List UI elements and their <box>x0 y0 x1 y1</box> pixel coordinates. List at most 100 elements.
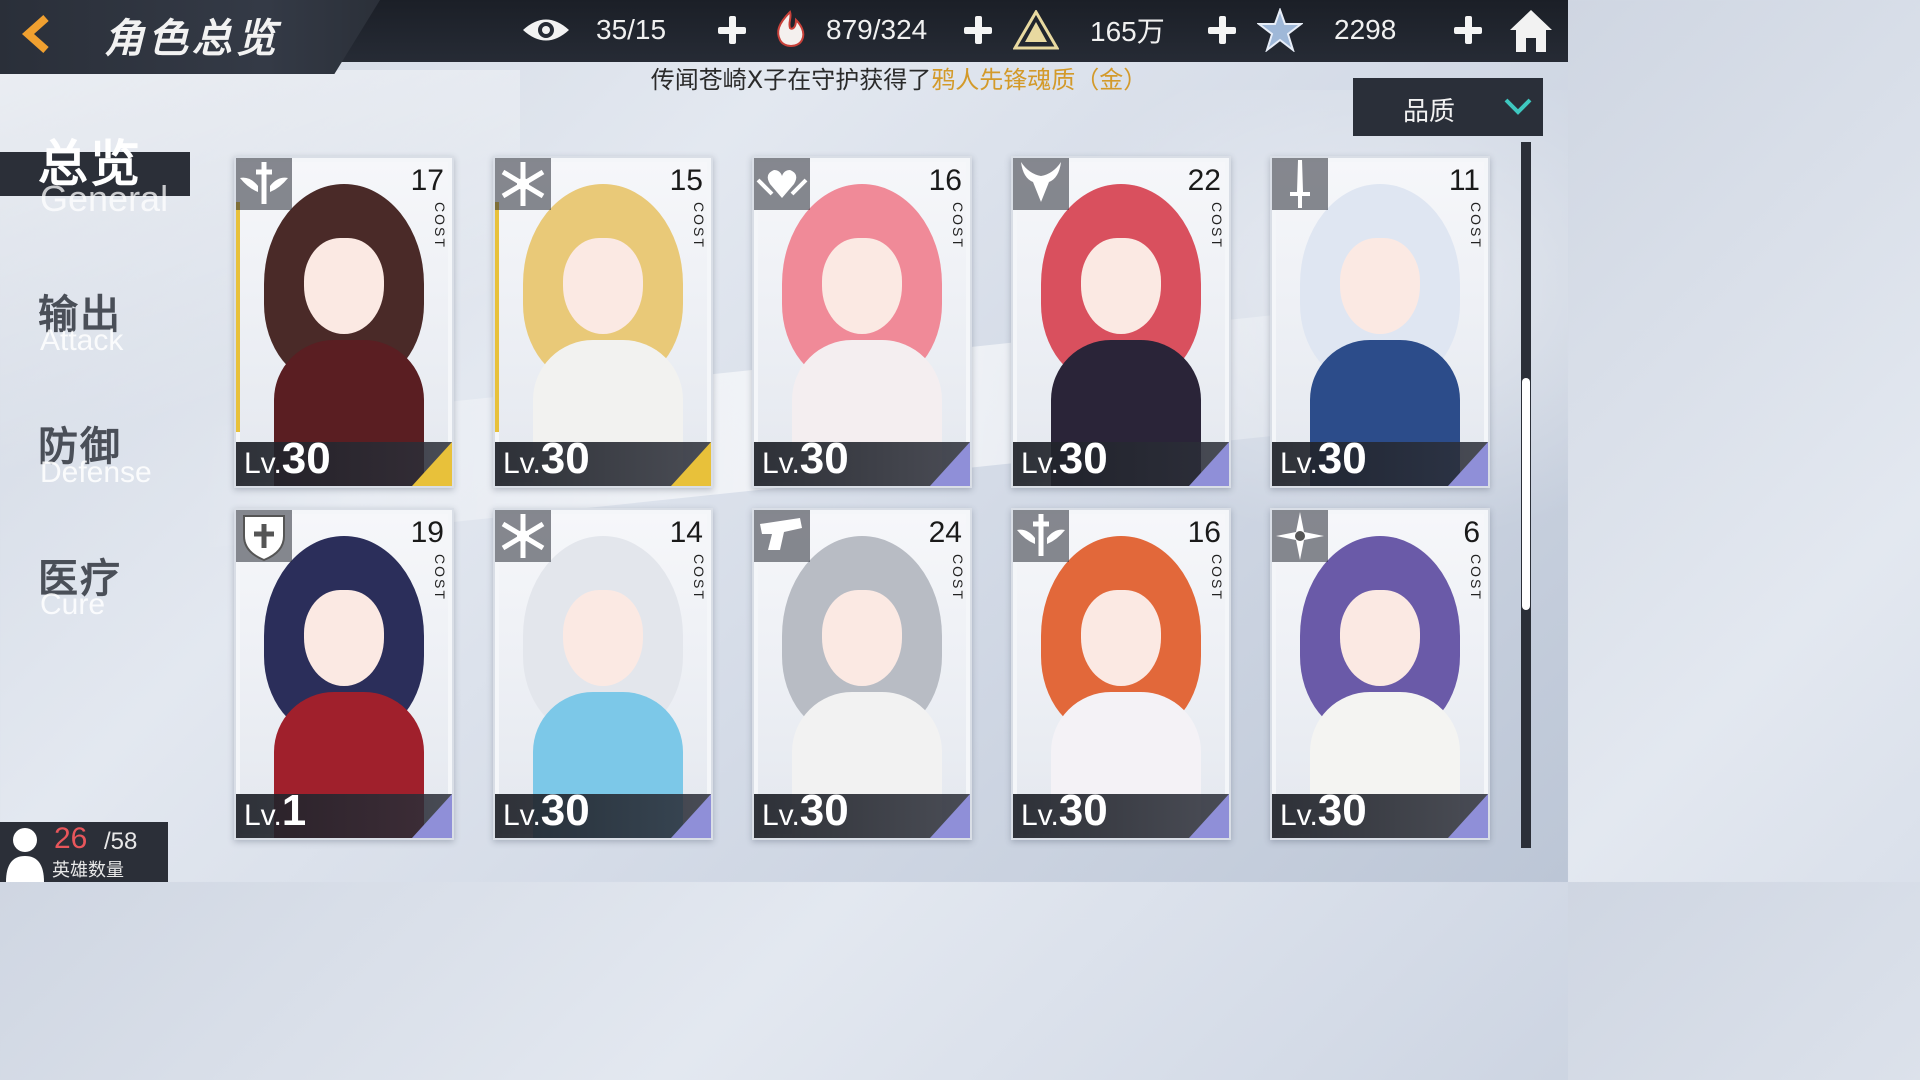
shuriken-icon <box>1272 510 1328 562</box>
tab-attack[interactable]: 输出 Attack <box>0 282 200 372</box>
sort-dropdown[interactable]: 品质 <box>1353 78 1543 136</box>
winged-sword-icon <box>1013 510 1069 562</box>
level-prefix: Lv. <box>503 799 541 832</box>
tab-general[interactable]: 总览 General <box>0 124 200 224</box>
level-prefix: Lv. <box>1021 799 1059 832</box>
cost-label: COST <box>1468 202 1484 249</box>
horned-demon-icon <box>1013 158 1069 210</box>
level-value: 30 <box>1317 434 1367 483</box>
shield-cross-icon <box>236 510 292 562</box>
resource-value: 879/324 <box>826 14 928 45</box>
hero-card[interactable]: 6 COST Lv.30 <box>1270 508 1490 840</box>
snowflake-icon <box>495 510 551 562</box>
cost-value: 14 <box>669 516 703 549</box>
level-prefix: Lv. <box>762 447 800 480</box>
cost-value: 17 <box>410 164 444 197</box>
cost-value: 22 <box>1187 164 1221 197</box>
home-icon <box>1510 10 1552 52</box>
hero-card[interactable]: 14 COST Lv.30 <box>493 508 713 840</box>
level-prefix: Lv. <box>762 799 800 832</box>
add-crystal-button[interactable] <box>1450 12 1486 48</box>
level-value: 30 <box>1317 786 1367 835</box>
back-button[interactable] <box>8 6 68 62</box>
cost-label: COST <box>691 202 707 249</box>
cost-value: 19 <box>410 516 444 549</box>
hero-count-panel: 26 /58 英雄数量 <box>0 822 168 882</box>
portrait-face <box>1340 590 1420 686</box>
hero-card[interactable]: 11 COST Lv.30 <box>1270 156 1490 488</box>
level-value: 30 <box>540 434 590 483</box>
ticker-text: 传闻苍崎X子在守护获得了 <box>650 66 932 94</box>
resource-gold: 165万 <box>1010 8 1200 52</box>
level-text: Lv.30 <box>1021 786 1108 836</box>
level-value: 30 <box>799 434 849 483</box>
cost-label: COST <box>1209 554 1225 601</box>
level-value: 30 <box>1058 434 1108 483</box>
hero-card[interactable]: 22 COST Lv.30 <box>1011 156 1231 488</box>
level-value: 30 <box>799 786 849 835</box>
hero-card[interactable]: 15 COST Lv.30 <box>493 156 713 488</box>
portrait-face <box>563 590 643 686</box>
resource-crystal: 2298 <box>1254 8 1444 52</box>
tier-corner <box>1448 794 1488 838</box>
level-prefix: Lv. <box>244 447 282 480</box>
hero-card[interactable]: 19 COST Lv.1 <box>234 508 454 840</box>
tier-corner <box>930 442 970 486</box>
cost-label: COST <box>950 554 966 601</box>
tab-defense[interactable]: 防御 Defense <box>0 414 200 504</box>
hero-count-max: /58 <box>104 828 138 855</box>
tab-cure[interactable]: 医疗 Cure <box>0 546 200 636</box>
resource-value: 35/15 <box>596 14 667 45</box>
pyramid-gold-icon <box>1010 8 1062 52</box>
tab-sublabel: Defense <box>40 456 152 489</box>
home-button[interactable] <box>1506 6 1556 56</box>
resource-stamina: 879/324 <box>764 8 936 52</box>
winged-heart-icon <box>754 158 810 210</box>
resource-eye: 35/15 <box>520 8 706 52</box>
dagger-icon <box>1272 158 1328 210</box>
cost-label: COST <box>432 554 448 601</box>
tab-label: 总览 <box>38 135 142 193</box>
hero-card[interactable]: 24 COST Lv.30 <box>752 508 972 840</box>
level-text: Lv.30 <box>244 434 331 484</box>
level-text: Lv.30 <box>1021 434 1108 484</box>
page-title: 角色总览 <box>104 15 280 62</box>
add-stamina-button[interactable] <box>960 12 996 48</box>
cost-value: 11 <box>1448 164 1480 197</box>
level-text: Lv.1 <box>244 786 306 836</box>
winged-sword-icon <box>236 158 292 210</box>
gold-tier-edge <box>495 202 499 432</box>
tier-corner <box>930 794 970 838</box>
level-value: 30 <box>540 786 590 835</box>
level-prefix: Lv. <box>1021 447 1059 480</box>
resource-value: 2298 <box>1334 14 1397 45</box>
hero-card[interactable]: 16 COST Lv.30 <box>1011 508 1231 840</box>
news-ticker: 传闻苍崎X子在守护获得了鸦人先锋魂质（金） <box>0 62 1568 98</box>
cost-value: 16 <box>1187 516 1221 549</box>
tier-corner <box>412 442 452 486</box>
chevron-down-icon <box>1504 98 1532 115</box>
tier-corner <box>412 794 452 838</box>
cost-value: 6 <box>1463 516 1480 549</box>
scrollbar-thumb[interactable] <box>1522 378 1530 610</box>
add-gold-button[interactable] <box>1204 12 1240 48</box>
tier-corner <box>1189 794 1229 838</box>
sort-label: 品质 <box>1403 97 1456 127</box>
star-crystal-icon <box>1254 8 1306 52</box>
back-arrow-icon <box>21 15 49 53</box>
level-value: 30 <box>1058 786 1108 835</box>
ticker-highlight: 鸦人先锋魂质（金） <box>931 66 1148 94</box>
tier-corner <box>671 794 711 838</box>
add-eye-button[interactable] <box>714 12 750 48</box>
portrait-face <box>1081 590 1161 686</box>
hero-card[interactable]: 16 COST Lv.30 <box>752 156 972 488</box>
tier-corner <box>1189 442 1229 486</box>
cost-label: COST <box>1209 202 1225 249</box>
hero-card[interactable]: 17 COST Lv.30 <box>234 156 454 488</box>
resource-value: 165万 <box>1090 16 1165 47</box>
cost-value: 24 <box>928 516 962 549</box>
cost-label: COST <box>691 554 707 601</box>
level-value: 30 <box>281 434 331 483</box>
hero-count-label: 英雄数量 <box>52 860 124 881</box>
snowflake-icon <box>495 158 551 210</box>
